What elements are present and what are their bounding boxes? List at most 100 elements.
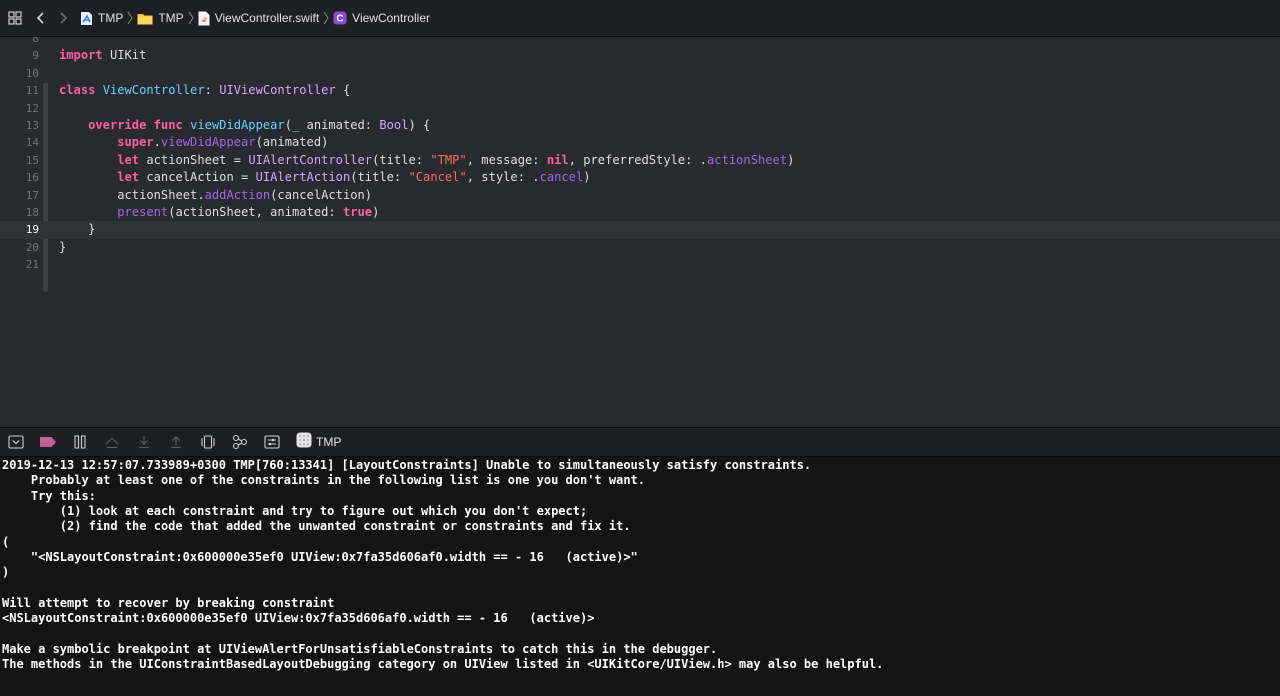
line-number[interactable]: 18 — [0, 204, 39, 221]
code-token: class — [59, 83, 96, 98]
code-token: , message: — [466, 152, 547, 167]
crumb-class[interactable]: C ViewController — [333, 11, 430, 25]
code-token: Bool — [379, 118, 409, 132]
code-token: viewDidAppear — [160, 135, 256, 150]
code-line[interactable]: 12 — [0, 100, 1280, 117]
code-token: addAction — [204, 187, 271, 202]
code-line[interactable]: 21 — [0, 256, 1280, 273]
forward-chevron-icon[interactable] — [52, 7, 74, 29]
line-number[interactable]: 20 — [0, 239, 39, 256]
hide-debug-area-icon[interactable] — [5, 431, 27, 453]
code-line[interactable]: 17 actionSheet.addAction(cancelAction) — [0, 187, 1280, 204]
line-number[interactable]: 8 — [0, 37, 39, 47]
code-text: } — [59, 239, 66, 256]
code-token: , preferredStyle: . — [568, 152, 708, 167]
class-icon: C — [333, 11, 347, 25]
crumb-project[interactable]: TMP — [80, 11, 123, 26]
console-output[interactable]: 2019-12-13 12:57:07.733989+0300 TMP[760:… — [0, 457, 1280, 696]
source-editor[interactable]: 8 9 import UIKit 10 11 class ViewController: … — [0, 37, 1280, 427]
code-line[interactable]: 11 class ViewController: UIViewController… — [0, 82, 1280, 99]
code-line[interactable]: 16 let cancelAction = UIAlertAction(titl… — [0, 169, 1280, 186]
step-out-icon[interactable] — [165, 431, 187, 453]
code-token: override — [88, 118, 147, 132]
code-line[interactable]: 10 — [0, 65, 1280, 82]
code-token: UIAlertAction — [255, 170, 351, 185]
line-number[interactable]: 17 — [0, 187, 39, 204]
code-line[interactable]: 15 let actionSheet = UIAlertController(t… — [0, 152, 1280, 169]
code-line[interactable]: 14 super.viewDidAppear(animated) — [0, 134, 1280, 151]
code-line[interactable]: 9 import UIKit — [0, 47, 1280, 64]
code-token: ) — [787, 152, 795, 167]
code-token: let — [117, 170, 140, 185]
code-line[interactable]: 19 } — [0, 221, 1280, 239]
crumb-folder[interactable]: TMP — [137, 11, 184, 25]
code-text: import UIKit — [59, 47, 146, 64]
pause-icon[interactable] — [69, 431, 91, 453]
code-text: override func viewDidAppear(_ animated: … — [59, 117, 430, 134]
folder-icon — [137, 12, 153, 25]
code-line[interactable]: 8 — [0, 37, 1280, 47]
line-number[interactable]: 10 — [0, 65, 39, 82]
console-log-text: 2019-12-13 12:57:07.733989+0300 TMP[760:… — [2, 458, 884, 672]
code-text: present(actionSheet, animated: true) — [59, 204, 379, 221]
code-token: func — [153, 118, 183, 132]
line-number[interactable]: 15 — [0, 152, 39, 169]
line-number[interactable]: 14 — [0, 134, 39, 151]
code-token: (cancelAction) — [270, 187, 373, 202]
code-line[interactable]: 18 present(actionSheet, animated: true) — [0, 204, 1280, 221]
code-token: (actionSheet, animated: — [168, 205, 343, 219]
debug-bar: TMP — [0, 427, 1280, 457]
crumb-project-label: TMP — [98, 11, 124, 25]
code-token: actionSheet. — [59, 187, 205, 202]
code-token: UIViewController — [219, 83, 336, 98]
code-token: ViewController — [102, 83, 205, 98]
code-token: ) { — [408, 118, 431, 132]
code-token: viewDidAppear — [190, 118, 285, 132]
code-text: let actionSheet = UIAlertController(titl… — [59, 152, 794, 169]
code-line[interactable]: 13 override func viewDidAppear(_ animate… — [0, 117, 1280, 134]
code-token: cancelAction = — [139, 170, 256, 185]
line-number[interactable]: 12 — [0, 100, 39, 117]
line-number[interactable]: 13 — [0, 117, 39, 134]
code-token: } — [59, 239, 67, 254]
code-token: import — [59, 48, 103, 63]
crumb-separator-icon — [320, 11, 332, 25]
breakpoint-toggle-icon[interactable] — [37, 431, 59, 453]
crumb-folder-label: TMP — [158, 11, 184, 25]
code-line[interactable]: 20} — [0, 239, 1280, 256]
grid-icon[interactable] — [4, 7, 26, 29]
code-text: let cancelAction = UIAlertAction(title: … — [59, 169, 590, 186]
crumb-class-label: ViewController — [352, 11, 430, 25]
code-token: (title: — [350, 170, 409, 185]
code-token: nil — [546, 152, 569, 167]
code-token: actionSheet — [707, 152, 788, 167]
swift-file-icon — [198, 11, 210, 26]
code-token: cancel — [539, 170, 584, 185]
class-badge-letter: C — [337, 14, 344, 25]
step-into-icon[interactable] — [133, 431, 155, 453]
code-token: ) — [372, 205, 380, 219]
code-text: } — [59, 221, 95, 238]
code-token: let — [117, 152, 140, 167]
code-token: present — [117, 205, 169, 219]
line-number[interactable]: 9 — [0, 47, 39, 64]
line-number[interactable]: 21 — [0, 256, 39, 273]
code-token: : — [204, 83, 220, 98]
xcode-project-icon — [80, 11, 93, 26]
back-chevron-icon[interactable] — [30, 7, 52, 29]
step-over-icon[interactable] — [101, 431, 123, 453]
code-token: super — [117, 135, 154, 150]
line-number[interactable]: 19 — [0, 221, 39, 238]
process-selector[interactable]: TMP — [296, 432, 341, 453]
line-number[interactable]: 11 — [0, 82, 39, 99]
view-debugger-icon[interactable] — [197, 431, 219, 453]
memory-graph-icon[interactable] — [229, 431, 251, 453]
line-number[interactable]: 16 — [0, 169, 39, 186]
crumb-file[interactable]: ViewController.swift — [198, 11, 319, 26]
environment-overrides-icon[interactable] — [261, 431, 283, 453]
